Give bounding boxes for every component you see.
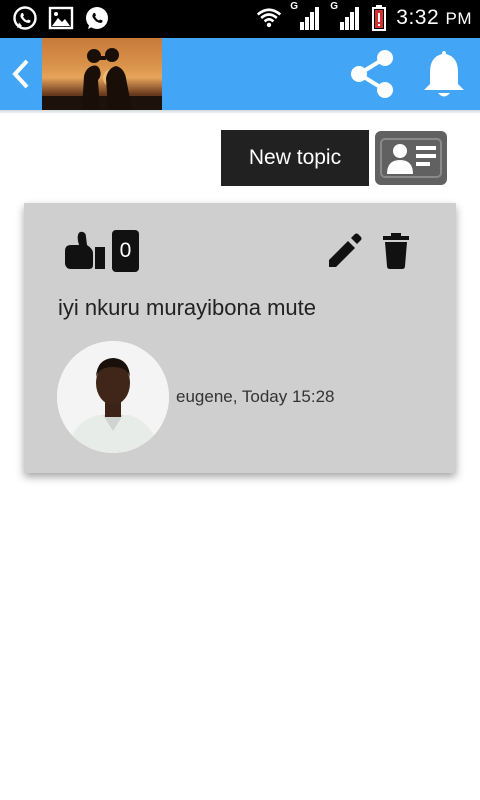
share-icon (351, 50, 393, 98)
app-bar-divider (0, 110, 480, 114)
author-timestamp: eugene, Today 15:28 (176, 387, 335, 406)
topic-banner-image (42, 38, 162, 110)
pencil-icon (329, 233, 362, 267)
signal-icon: G (330, 1, 362, 32)
like-button[interactable] (62, 229, 108, 273)
wifi-icon (256, 5, 282, 31)
topic-card[interactable]: 0 iyi nkuru murayibona mute eugene, Toda… (24, 203, 456, 473)
signal-icon: G (290, 1, 322, 32)
new-topic-button[interactable]: New topic (221, 130, 369, 186)
share-button[interactable] (344, 46, 400, 102)
delete-button[interactable] (378, 231, 414, 271)
edit-button[interactable] (324, 231, 364, 271)
trash-icon (383, 233, 409, 269)
avatar (57, 341, 169, 453)
contact-card-icon (380, 138, 442, 178)
app-bar (0, 38, 480, 110)
whatsapp-icon (12, 5, 38, 31)
status-bar: G G 3:32 PM (0, 0, 480, 38)
battery-low-icon (370, 5, 388, 31)
chevron-left-icon (12, 59, 29, 89)
clock: 3:32 PM (396, 6, 472, 29)
contact-card-button[interactable] (375, 131, 447, 185)
thumbs-up-icon (65, 231, 105, 269)
notifications-button[interactable] (418, 46, 470, 102)
topic-text: iyi nkuru murayibona mute (58, 295, 317, 320)
bell-icon (424, 51, 464, 97)
back-button[interactable] (6, 56, 36, 92)
whatsapp-icon (84, 5, 110, 31)
like-count-badge: 0 (112, 230, 139, 272)
image-icon (48, 5, 74, 31)
